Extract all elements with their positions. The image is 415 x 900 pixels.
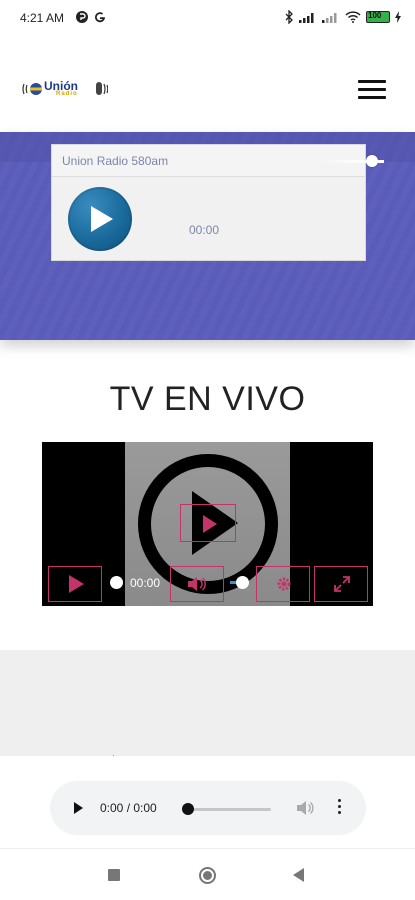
play-icon	[91, 206, 113, 232]
grey-content-section	[0, 650, 415, 761]
dot	[337, 805, 341, 808]
audio-seek-handle[interactable]	[182, 803, 194, 815]
station-name: Union Radio 580am	[62, 154, 169, 168]
radio-play-button[interactable]	[68, 187, 132, 251]
video-play-button[interactable]	[48, 566, 102, 602]
site-header: Unión Radio	[0, 36, 415, 132]
menu-line	[358, 96, 386, 99]
video-settings-button[interactable]	[256, 566, 310, 602]
status-right-icons: 100	[284, 10, 401, 24]
union-radio-logo[interactable]: Unión Radio	[22, 78, 109, 100]
bluetooth-icon	[285, 10, 293, 24]
audio-progress-track[interactable]	[190, 808, 271, 811]
tv-section-title: TV EN VIVO	[109, 380, 306, 418]
home-button[interactable]	[199, 867, 216, 884]
signal-icon	[299, 13, 314, 23]
dot	[337, 811, 341, 814]
battery-icon: 100	[366, 11, 390, 23]
audio-more-options-icon[interactable]	[335, 799, 343, 817]
video-seek-handle[interactable]	[110, 576, 123, 589]
wifi-icon	[345, 11, 361, 23]
battery-level: 100	[368, 11, 382, 20]
volume-icon	[297, 801, 314, 815]
video-volume-handle[interactable]	[236, 576, 249, 589]
status-bar: 4:21 AM 100	[0, 0, 415, 36]
back-button[interactable]	[293, 868, 304, 882]
menu-line	[358, 80, 386, 83]
radio-title-bar: Union Radio 580am	[52, 145, 384, 177]
audio-play-button[interactable]	[72, 800, 86, 816]
audio-player: 0:00 / 0:00	[50, 781, 366, 835]
video-big-play-button[interactable]	[180, 504, 236, 542]
google-icon	[95, 12, 106, 23]
gear-icon	[277, 577, 291, 591]
status-time: 4:21 AM	[20, 11, 65, 25]
menu-line	[358, 88, 386, 91]
audio-time: 0:00 / 0:00	[100, 801, 157, 815]
radio-hero-band: Union Radio 580am 00:00	[0, 132, 415, 340]
logo-subtext: Radio	[56, 91, 78, 97]
radio-volume-knob[interactable]	[366, 155, 378, 167]
video-mute-button[interactable]	[170, 566, 224, 602]
charging-icon	[395, 11, 401, 23]
recent-apps-button[interactable]	[108, 869, 120, 881]
video-time: 00:00	[130, 576, 161, 590]
audio-player-wrapper: 0:00 / 0:00	[0, 756, 415, 848]
dot	[337, 799, 341, 802]
fullscreen-icon	[334, 576, 350, 592]
signal-icon	[322, 13, 337, 23]
volume-icon	[188, 577, 206, 591]
radio-time: 00:00	[189, 223, 220, 237]
notification-icon	[76, 11, 88, 23]
tv-video-player[interactable]: 00:00	[42, 442, 373, 606]
hamburger-menu-icon[interactable]	[358, 80, 386, 102]
android-nav-bar	[0, 848, 415, 900]
video-fullscreen-button[interactable]	[314, 566, 368, 602]
audio-volume-icon[interactable]	[296, 800, 314, 816]
radio-player: Union Radio 580am 00:00	[51, 144, 384, 261]
